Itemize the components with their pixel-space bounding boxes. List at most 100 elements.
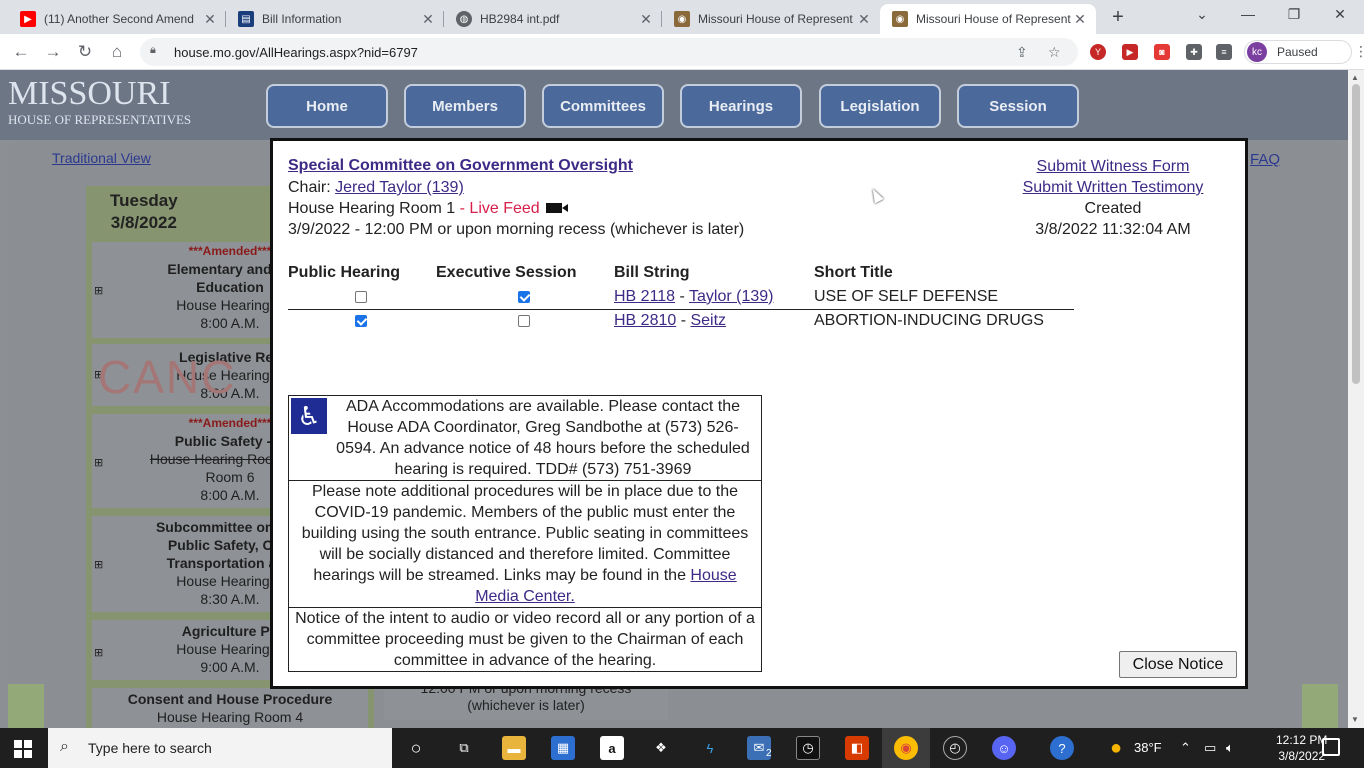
column-header: Bill String	[614, 264, 690, 281]
browser-tab-pdf[interactable]: ◍ HB2984 int.pdf ✕	[444, 4, 662, 34]
tab-search-chevron-icon[interactable]: ⌄	[1190, 6, 1214, 23]
close-window-icon[interactable]: ✕	[1328, 6, 1352, 23]
site-logo-subtitle[interactable]: HOUSE OF REPRESENTATIVES	[8, 112, 191, 128]
nav-legislation-button[interactable]: Legislation	[819, 84, 941, 128]
weather-sun-icon[interactable]: ●	[1104, 736, 1128, 760]
address-bar[interactable]: 🔒︎ house.mo.gov/AllHearings.aspx?nid=679…	[140, 38, 1078, 66]
close-tab-icon[interactable]: ✕	[856, 11, 872, 28]
scroll-down-icon[interactable]: ▼	[1351, 715, 1359, 724]
expand-icon[interactable]: ⊞	[94, 556, 103, 574]
hearing-card[interactable]: Consent and House Procedure House Hearin…	[92, 688, 368, 728]
committee-title-link[interactable]: Special Committee on Government Oversigh…	[288, 157, 633, 175]
submit-written-testimony-text[interactable]: Submit Written Testimony	[1023, 179, 1204, 196]
url-text[interactable]: house.mo.gov/AllHearings.aspx?nid=6797	[174, 45, 418, 60]
column-header: Public Hearing	[288, 264, 401, 281]
minimize-icon[interactable]: —	[1236, 6, 1260, 22]
browser-tab-strip: ▶ (11) Another Second Amend ✕ ▤ Bill Inf…	[0, 0, 1364, 34]
cortana-icon[interactable]: ○	[404, 736, 428, 760]
close-tab-icon[interactable]: ✕	[1072, 11, 1088, 28]
expand-icon[interactable]: ⊞	[94, 454, 103, 472]
bill-string-cell: HB 2118 - Taylor (139)	[614, 285, 814, 310]
notification-center-icon[interactable]	[1322, 738, 1340, 756]
submit-witness-form-text[interactable]: Submit Witness Form	[1037, 158, 1190, 175]
executive-session-cell	[436, 309, 614, 333]
executive-session-checkbox[interactable]	[518, 315, 530, 328]
taskbar-search-placeholder[interactable]: Type here to search	[88, 740, 212, 756]
task-view-icon[interactable]: ⧉	[452, 736, 476, 760]
browser-tab-bill-information[interactable]: ▤ Bill Information ✕	[226, 4, 444, 34]
globe-icon: ◍	[456, 11, 472, 27]
extension-yt-icon[interactable]: Y	[1090, 44, 1106, 60]
reload-icon[interactable]: ↻	[74, 41, 96, 63]
sponsor-link[interactable]: Taylor (139)	[689, 288, 773, 305]
faq-link[interactable]: FAQ	[1250, 151, 1280, 168]
scrollbar-thumb[interactable]	[1352, 84, 1360, 384]
extension-pocket-icon[interactable]: ◙	[1154, 44, 1170, 60]
home-icon[interactable]: ⌂	[106, 41, 128, 63]
nav-committees-button[interactable]: Committees	[542, 84, 664, 128]
video-camera-icon[interactable]	[545, 203, 568, 213]
browser-tab-youtube[interactable]: ▶ (11) Another Second Amend ✕	[8, 4, 226, 34]
chrome-icon[interactable]: ◉	[894, 736, 918, 760]
nav-session-button[interactable]: Session	[957, 84, 1079, 128]
browser-tab-missouri-house-active[interactable]: ◉ Missouri House of Represent ✕	[880, 4, 1096, 34]
network-icon[interactable]: ▭	[1204, 740, 1216, 756]
expand-icon[interactable]: ⊞	[94, 644, 103, 662]
close-notice-button[interactable]: Close Notice	[1119, 651, 1237, 678]
windows-start-icon[interactable]	[14, 740, 32, 758]
sponsor-link[interactable]: Seitz	[690, 312, 726, 329]
system-clock[interactable]: 12:12 PM 3/8/2022	[1276, 732, 1327, 764]
day-header: Tuesday 3/8/2022	[110, 190, 178, 234]
lightning-app-icon[interactable]: ϟ	[698, 736, 722, 760]
nav-home-button[interactable]: Home	[266, 84, 388, 128]
submit-witness-form-link[interactable]: Submit Witness Form	[1003, 158, 1223, 176]
speedtest-icon[interactable]: ◴	[943, 736, 967, 760]
live-feed-link[interactable]: Live Feed	[469, 200, 539, 217]
help-icon[interactable]: ?	[1050, 736, 1074, 760]
tab-title: HB2984 int.pdf	[480, 12, 560, 26]
public-hearing-checkbox[interactable]	[355, 315, 367, 328]
back-arrow-icon[interactable]: ←	[10, 41, 32, 63]
browser-tab-missouri-house[interactable]: ◉ Missouri House of Represent ✕	[662, 4, 880, 34]
share-icon[interactable]: ⇪	[1016, 44, 1028, 61]
dropbox-icon[interactable]: ❖	[649, 736, 673, 760]
taskbar-search-box[interactable]: ⌕ Type here to search	[48, 728, 392, 768]
page-scrollbar[interactable]: ▲ ▼	[1348, 70, 1364, 728]
nav-hearings-button[interactable]: Hearings	[680, 84, 802, 128]
traditional-view-link[interactable]: Traditional View	[52, 150, 151, 166]
bookmark-star-icon[interactable]: ☆	[1048, 44, 1061, 61]
executive-session-checkbox[interactable]	[518, 290, 530, 303]
close-tab-icon[interactable]: ✕	[202, 11, 218, 28]
volume-icon[interactable]: 🔈︎	[1226, 740, 1234, 756]
site-logo-missouri[interactable]: MISSOURI	[8, 76, 170, 112]
expand-icon[interactable]: ⊞	[94, 282, 103, 300]
amazon-icon[interactable]: a	[600, 736, 624, 760]
reading-list-icon[interactable]: ≡	[1216, 44, 1232, 60]
public-hearing-cell	[288, 309, 436, 333]
restore-icon[interactable]: ❐	[1282, 6, 1306, 23]
close-tab-icon[interactable]: ✕	[420, 11, 436, 28]
hearing-time-note: (whichever is later)	[467, 697, 585, 713]
extensions-puzzle-icon[interactable]: ✚	[1186, 44, 1202, 60]
profile-button[interactable]: kc Paused	[1244, 40, 1352, 64]
discord-icon[interactable]: ☺	[992, 736, 1016, 760]
close-tab-icon[interactable]: ✕	[638, 11, 654, 28]
file-explorer-icon[interactable]: ▬	[502, 736, 526, 760]
new-tab-icon[interactable]: +	[1108, 6, 1128, 29]
extension-play-icon[interactable]: ▶	[1122, 44, 1138, 60]
browser-menu-icon[interactable]: ⋮	[1354, 43, 1364, 60]
microsoft-store-icon[interactable]: ▦	[551, 736, 575, 760]
clock-app-icon[interactable]: ◷	[796, 736, 820, 760]
office-icon[interactable]: ◧	[845, 736, 869, 760]
forward-arrow-icon[interactable]: →	[42, 41, 64, 63]
scroll-up-icon[interactable]: ▲	[1351, 73, 1359, 82]
chair-name-link[interactable]: Jered Taylor (139)	[335, 179, 464, 196]
weather-temperature[interactable]: 38°F	[1134, 740, 1162, 755]
nav-members-button[interactable]: Members	[404, 84, 526, 128]
submit-written-testimony-link[interactable]: Submit Written Testimony	[1003, 179, 1223, 197]
public-hearing-checkbox[interactable]	[355, 290, 367, 303]
show-hidden-icons-chevron-icon[interactable]: ⌃	[1180, 740, 1191, 756]
lock-icon[interactable]: 🔒︎	[150, 44, 156, 57]
bill-link[interactable]: HB 2810	[614, 312, 676, 329]
bill-link[interactable]: HB 2118	[614, 288, 675, 305]
